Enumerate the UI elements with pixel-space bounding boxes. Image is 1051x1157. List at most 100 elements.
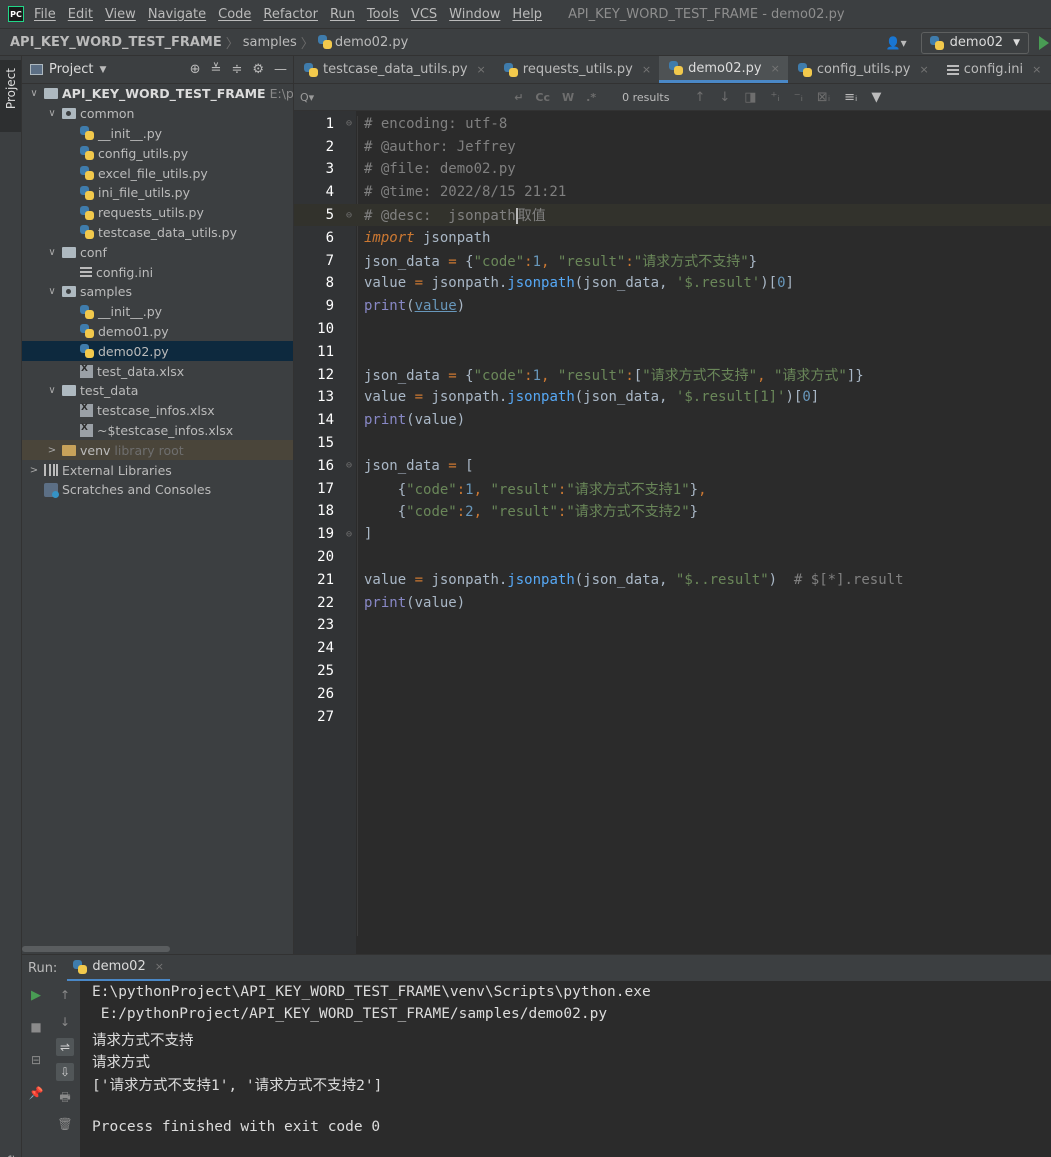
chevron-down-icon[interactable]: ▼: [99, 65, 106, 75]
line-number[interactable]: 22: [294, 595, 334, 611]
search-icon[interactable]: Q▾: [300, 91, 314, 104]
code-line[interactable]: 2 # @author: Jeffrey: [294, 135, 1051, 158]
line-number[interactable]: 7: [294, 253, 334, 269]
filter-icon[interactable]: ▼: [871, 90, 881, 105]
tree-item[interactable]: __init__.py: [22, 302, 293, 322]
fold-marker-icon[interactable]: ⊖: [334, 118, 364, 129]
editor-tab[interactable]: demo02.py ×: [659, 56, 788, 83]
close-icon[interactable]: ×: [642, 63, 651, 76]
fold-marker-icon[interactable]: ⊖: [334, 210, 364, 221]
code-line[interactable]: 25: [294, 660, 1051, 683]
line-number[interactable]: 2: [294, 139, 334, 155]
line-number[interactable]: 10: [294, 321, 334, 337]
chevron-down-icon[interactable]: ∨: [46, 247, 58, 258]
next-occurrence-icon[interactable]: ↓: [719, 90, 730, 105]
menu-run[interactable]: Run: [330, 7, 355, 22]
expand-all-icon[interactable]: ≚: [211, 62, 222, 77]
menu-vcs[interactable]: VCS: [411, 7, 437, 22]
line-number[interactable]: 23: [294, 617, 334, 633]
code-line[interactable]: 22 print(value): [294, 591, 1051, 614]
code-line[interactable]: 10: [294, 318, 1051, 341]
code-line[interactable]: 17 {"code":1, "result":"请求方式不支持1"},: [294, 477, 1051, 500]
line-number[interactable]: 6: [294, 230, 334, 246]
menu-navigate[interactable]: Navigate: [148, 7, 206, 22]
close-icon[interactable]: ×: [155, 960, 164, 973]
tree-item[interactable]: test_data.xlsx: [22, 361, 293, 381]
code-line[interactable]: 12 json_data = {"code":1, "result":["请求方式…: [294, 363, 1051, 386]
run-icon[interactable]: [1039, 35, 1049, 50]
up-icon[interactable]: ↑: [56, 986, 74, 1004]
code-line[interactable]: 21 value = jsonpath.jsonpath(json_data, "…: [294, 569, 1051, 592]
tree-item[interactable]: config.ini: [22, 262, 293, 282]
line-number[interactable]: 4: [294, 184, 334, 200]
tree-item[interactable]: demo01.py: [22, 322, 293, 342]
tree-item[interactable]: testcase_data_utils.py: [22, 223, 293, 243]
line-number[interactable]: 13: [294, 389, 334, 405]
filter-options-icon[interactable]: ≡ᵢ: [844, 90, 857, 105]
line-number[interactable]: 15: [294, 435, 334, 451]
tree-item[interactable]: testcase_infos.xlsx: [22, 401, 293, 421]
tree-item[interactable]: Scratches and Consoles: [22, 480, 293, 500]
menu-tools[interactable]: Tools: [367, 7, 399, 22]
find-input[interactable]: [314, 87, 485, 107]
line-number[interactable]: 14: [294, 412, 334, 428]
close-icon[interactable]: ×: [771, 62, 780, 75]
code-line[interactable]: 27: [294, 705, 1051, 728]
regex-toggle[interactable]: .*: [586, 91, 596, 104]
down-icon[interactable]: ↓: [56, 1013, 74, 1031]
code-line[interactable]: 3 # @file: demo02.py: [294, 158, 1051, 181]
locate-icon[interactable]: ⊕: [190, 62, 201, 77]
code-line[interactable]: 8 value = jsonpath.jsonpath(json_data, '$…: [294, 272, 1051, 295]
chevron-down-icon[interactable]: ∨: [46, 108, 58, 119]
code-line[interactable]: 6 import jsonpath: [294, 227, 1051, 250]
newline-icon[interactable]: ↵: [514, 91, 523, 104]
previous-occurrence-icon[interactable]: ↑: [694, 90, 705, 105]
line-number[interactable]: 20: [294, 549, 334, 565]
pin-icon[interactable]: 📌: [27, 1084, 45, 1102]
soft-wrap-icon[interactable]: ⇌: [56, 1038, 74, 1056]
line-number[interactable]: 17: [294, 481, 334, 497]
run-tab-demo02[interactable]: demo02 ×: [67, 955, 170, 982]
code-line[interactable]: 13 value = jsonpath.jsonpath(json_data, '…: [294, 386, 1051, 409]
code-line[interactable]: 11: [294, 341, 1051, 364]
menu-file[interactable]: File: [34, 7, 56, 22]
code-line[interactable]: 14 print(value): [294, 409, 1051, 432]
line-number[interactable]: 26: [294, 686, 334, 702]
tree-item[interactable]: > venv library root: [22, 440, 293, 461]
collapse-all-icon[interactable]: ≑: [231, 62, 242, 77]
tree-item[interactable]: ~$testcase_infos.xlsx: [22, 421, 293, 441]
tree-item[interactable]: ∨ common: [22, 104, 293, 124]
match-case-toggle[interactable]: Cc: [535, 91, 550, 104]
code-editor[interactable]: 1 ⊖ # encoding: utf-8 2 # @author: Jeffrey 3 #…: [294, 111, 1051, 954]
gear-icon[interactable]: ⚙: [252, 62, 264, 77]
run-configuration-select[interactable]: demo02 ▼: [920, 31, 1029, 54]
line-number[interactable]: 1: [294, 116, 334, 132]
tree-item[interactable]: config_utils.py: [22, 143, 293, 163]
project-view-select[interactable]: Project: [49, 62, 93, 77]
structure-tool-window-tab[interactable]: Structure: [0, 1136, 21, 1157]
menu-refactor[interactable]: Refactor: [263, 7, 318, 22]
line-number[interactable]: 27: [294, 709, 334, 725]
chevron-right-icon[interactable]: >: [28, 465, 40, 476]
menu-window[interactable]: Window: [449, 7, 500, 22]
remove-occurrence-icon[interactable]: ⁻ᵢ: [794, 90, 803, 105]
project-tool-window-tab[interactable]: Project: [0, 60, 21, 132]
code-line[interactable]: 24: [294, 637, 1051, 660]
tree-item[interactable]: ini_file_utils.py: [22, 183, 293, 203]
tree-item[interactable]: ∨ conf: [22, 242, 293, 262]
code-line[interactable]: 20: [294, 546, 1051, 569]
code-line[interactable]: 7 json_data = {"code":1, "result":"请求方式不支…: [294, 249, 1051, 272]
run-console[interactable]: E:\pythonProject\API_KEY_WORD_TEST_FRAME…: [80, 981, 1051, 1157]
editor-tab[interactable]: config.ini ×: [937, 56, 1050, 83]
user-icon[interactable]: 👤▾: [886, 36, 907, 50]
chevron-down-icon[interactable]: ∨: [46, 286, 58, 297]
fold-marker-icon[interactable]: ⊖: [334, 460, 364, 471]
code-line[interactable]: 18 {"code":2, "result":"请求方式不支持2"}: [294, 500, 1051, 523]
breadcrumb-project[interactable]: API_KEY_WORD_TEST_FRAME: [10, 35, 222, 50]
words-toggle[interactable]: W: [562, 91, 574, 104]
layout-icon[interactable]: ⊟: [27, 1051, 45, 1069]
add-occurrence-icon[interactable]: ⁺ᵢ: [771, 90, 780, 105]
tree-item[interactable]: ∨ API_KEY_WORD_TEST_FRAMEE:\pythc: [22, 84, 293, 104]
code-line[interactable]: 15: [294, 432, 1051, 455]
code-line[interactable]: 23: [294, 614, 1051, 637]
